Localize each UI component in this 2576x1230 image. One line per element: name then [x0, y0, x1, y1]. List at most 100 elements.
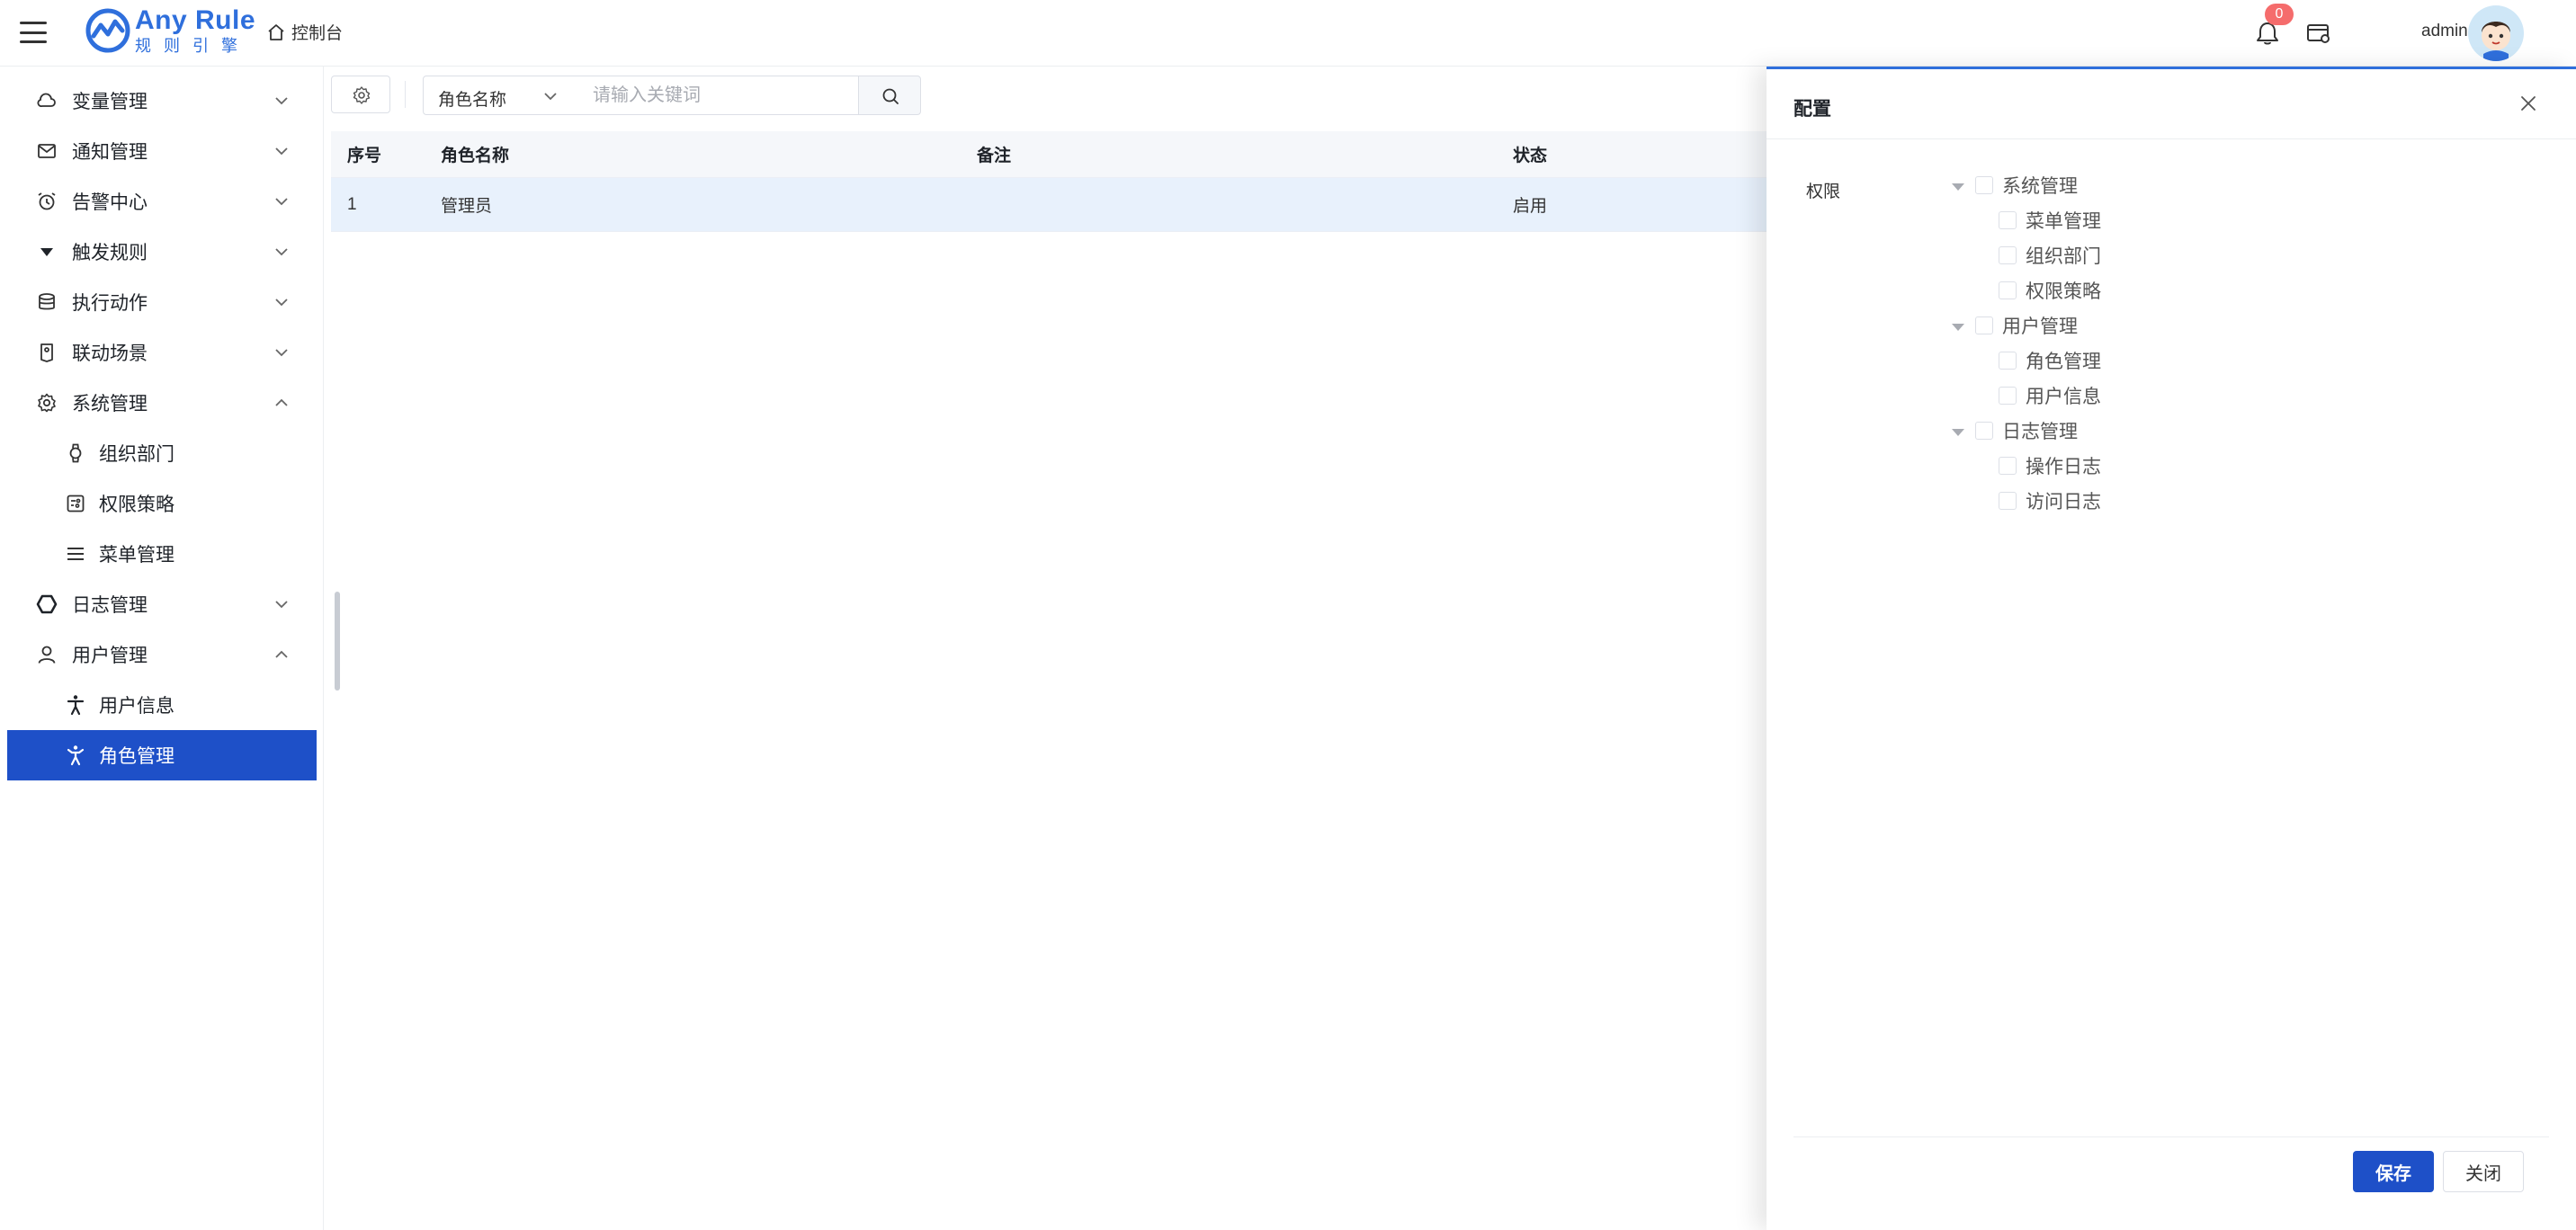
column-header-remark: 备注: [977, 147, 1012, 165]
top-header: Any Rule 规则引擎 控制台 0 admin: [0, 0, 2576, 67]
tree-node-menu-management[interactable]: 菜单管理: [1999, 204, 2101, 236]
tree-node-label: 组织部门: [2026, 246, 2101, 267]
sidebar-item-notifications[interactable]: 通知管理: [7, 126, 317, 176]
drawer-header-divider: [1767, 138, 2576, 139]
tree-node-label: 系统管理: [2002, 176, 2078, 197]
sidebar-item-label: 联动场景: [72, 343, 148, 364]
search-icon: [882, 88, 899, 104]
close-button[interactable]: 关闭: [2443, 1151, 2524, 1192]
avatar[interactable]: [2468, 5, 2524, 61]
tree-node-user-info[interactable]: 用户信息: [1999, 379, 2101, 412]
checkbox[interactable]: [1999, 211, 2017, 229]
caret-down-icon: [40, 248, 53, 256]
chevron-down-icon: [275, 97, 288, 105]
sidebar-item-label: 用户管理: [72, 646, 148, 666]
checkbox[interactable]: [1975, 422, 1993, 440]
sidebar-item-system[interactable]: 系统管理: [7, 378, 317, 428]
tree-node-label: 用户信息: [2026, 387, 2101, 407]
sidebar-item-alarm-center[interactable]: 告警中心: [7, 176, 317, 227]
cell-status: 启用: [1513, 197, 1548, 216]
table-row[interactable]: 1 管理员 启用: [331, 178, 1767, 232]
column-header-index: 序号: [347, 147, 382, 165]
search-input[interactable]: [578, 76, 859, 115]
tree-node-access-log[interactable]: 访问日志: [1999, 485, 2101, 517]
checkbox[interactable]: [1999, 246, 2017, 264]
search-field-select[interactable]: 角色名称: [423, 76, 579, 115]
sidebar-item-label: 角色管理: [99, 746, 174, 767]
table-settings-button[interactable]: [331, 76, 390, 113]
checkbox[interactable]: [1975, 176, 1993, 194]
checkbox[interactable]: [1999, 281, 2017, 299]
sidebar-scrollbar[interactable]: [335, 592, 340, 691]
database-icon: [39, 293, 55, 310]
checkbox[interactable]: [1999, 457, 2017, 475]
app-logo[interactable]: Any Rule 规则引擎: [85, 7, 255, 54]
sidebar-item-variables[interactable]: 变量管理: [7, 76, 317, 126]
tree-node-user-management[interactable]: 用户管理: [1975, 309, 2078, 342]
home-breadcrumb[interactable]: 控制台: [266, 20, 343, 44]
notification-badge: 0: [2265, 4, 2294, 25]
person-icon: [67, 695, 85, 716]
logo-subtitle: 规则引擎: [135, 37, 250, 55]
checkbox[interactable]: [1975, 316, 1993, 334]
select-value: 角色名称: [438, 91, 507, 110]
tree-node-org-dept[interactable]: 组织部门: [1999, 239, 2101, 272]
sidebar-item-label: 系统管理: [72, 394, 148, 414]
cloud-icon: [37, 93, 56, 108]
tree-node-system[interactable]: 系统管理: [1975, 169, 2078, 201]
toolbar-divider: [405, 81, 406, 108]
chevron-down-icon: [275, 601, 288, 609]
gear-icon: [38, 393, 56, 413]
sidebar-item-label: 执行动作: [72, 293, 148, 314]
chevron-down-icon: [275, 198, 288, 206]
sidebar-item-role-management[interactable]: 角色管理: [7, 730, 317, 780]
sidebar-item-label: 日志管理: [72, 595, 148, 616]
hamburger-menu-icon[interactable]: [20, 22, 47, 43]
chevron-down-icon: [544, 93, 557, 101]
tree-node-label: 菜单管理: [2026, 211, 2101, 232]
sidebar-item-logs[interactable]: 日志管理: [7, 579, 317, 629]
hexagon-icon: [36, 594, 58, 614]
sidebar-item-trigger-rules[interactable]: 触发规则: [7, 227, 317, 277]
checkbox[interactable]: [1999, 492, 2017, 510]
user-icon: [38, 646, 56, 664]
sidebar-item-permission-policy[interactable]: 权限策略: [7, 478, 317, 529]
tree-node-label: 访问日志: [2026, 492, 2101, 512]
tag-icon: [40, 343, 53, 362]
drawer-title: 配置: [1793, 99, 1831, 120]
sidebar-item-org-dept[interactable]: 组织部门: [7, 428, 317, 478]
cell-index: 1: [347, 194, 357, 214]
search-button[interactable]: [858, 76, 921, 115]
drawer-footer-divider: [1793, 1136, 2549, 1137]
logo-icon: [85, 8, 130, 53]
sidebar-item-user-management[interactable]: 用户管理: [7, 629, 317, 680]
cell-role-name: 管理员: [441, 197, 493, 216]
checkbox[interactable]: [1999, 387, 2017, 405]
tree-expand-caret-icon[interactable]: [1952, 183, 1964, 191]
tree-expand-caret-icon[interactable]: [1952, 429, 1964, 436]
sidebar-item-label: 变量管理: [72, 92, 148, 112]
sidebar-item-user-info[interactable]: 用户信息: [7, 680, 317, 730]
mail-icon: [38, 144, 56, 158]
tree-node-label: 角色管理: [2026, 352, 2101, 372]
tree-node-label: 日志管理: [2002, 422, 2078, 442]
tree-node-logs[interactable]: 日志管理: [1975, 414, 2078, 447]
avatar-face-icon: [2482, 22, 2510, 61]
tree-node-label: 权限策略: [2026, 281, 2101, 302]
sidebar-item-menu-management[interactable]: 菜单管理: [7, 529, 317, 579]
close-icon[interactable]: [2518, 94, 2538, 113]
username-label[interactable]: admin: [2421, 22, 2468, 41]
sidebar-item-label: 触发规则: [72, 243, 148, 263]
watch-icon: [69, 443, 82, 463]
checkbox[interactable]: [1999, 352, 2017, 370]
person-role-icon: [67, 745, 85, 766]
wallet-icon[interactable]: [2306, 22, 2331, 45]
tree-expand-caret-icon[interactable]: [1952, 324, 1964, 331]
sidebar-item-scenes[interactable]: 联动场景: [7, 327, 317, 378]
column-header-role-name: 角色名称: [441, 147, 510, 165]
tree-node-permission-policy[interactable]: 权限策略: [1999, 274, 2101, 307]
save-button[interactable]: 保存: [2353, 1151, 2434, 1192]
tree-node-operation-log[interactable]: 操作日志: [1999, 450, 2101, 482]
sidebar-item-actions[interactable]: 执行动作: [7, 277, 317, 327]
tree-node-role-management[interactable]: 角色管理: [1999, 344, 2101, 377]
